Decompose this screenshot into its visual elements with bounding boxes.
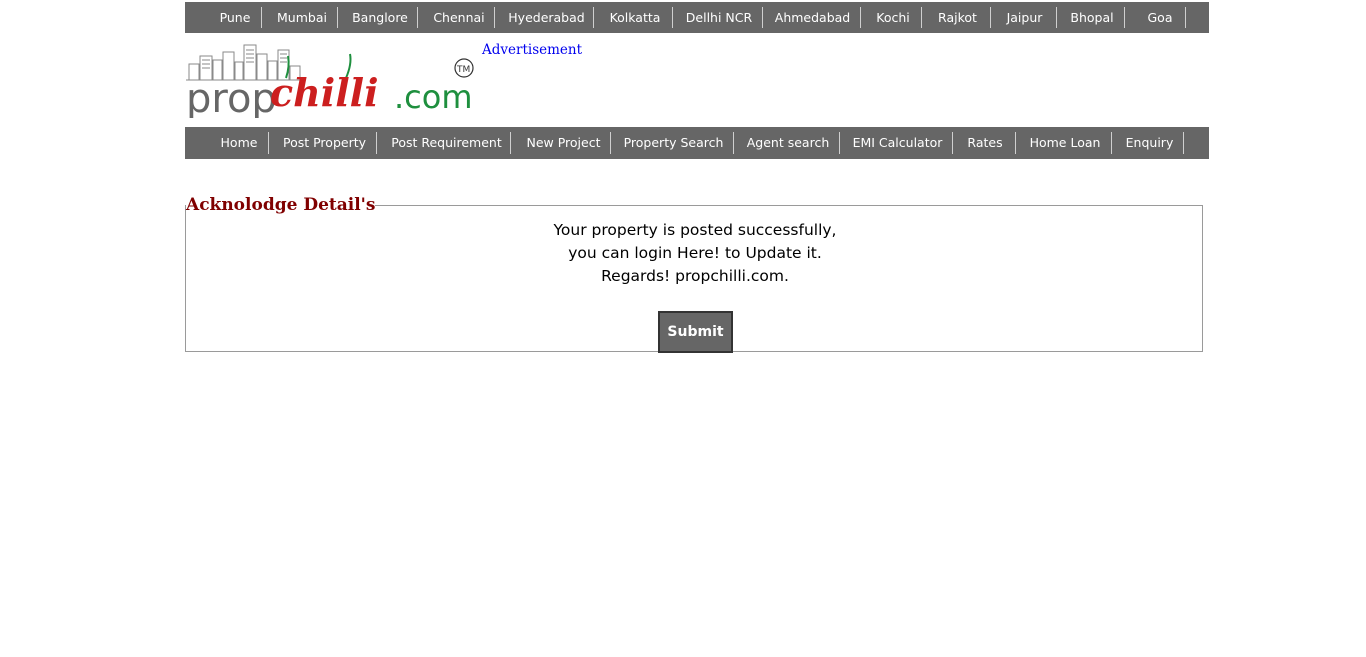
nav-link-home[interactable]: Home: [213, 127, 265, 159]
nav-link-property-search[interactable]: Property Search: [621, 127, 726, 159]
nav-divider: [860, 7, 861, 28]
success-message-line-3: Regards! propchilli.com.: [601, 267, 789, 285]
city-link-chennai[interactable]: Chennai: [427, 2, 491, 33]
nav-divider: [417, 7, 418, 28]
nav-divider: [610, 132, 611, 154]
nav-divider: [1183, 132, 1184, 154]
nav-link-post-requirement[interactable]: Post Requirement: [386, 127, 507, 159]
nav-link-enquiry[interactable]: Enquiry: [1119, 127, 1180, 159]
main-nav-bar: Home Post Property Post Requirement New …: [185, 127, 1209, 159]
nav-link-home-loan[interactable]: Home Loan: [1025, 127, 1105, 159]
nav-divider: [952, 132, 953, 154]
nav-divider: [762, 7, 763, 28]
nav-link-agent-search[interactable]: Agent search: [742, 127, 834, 159]
svg-text:.com: .com: [394, 78, 473, 116]
nav-divider: [510, 132, 511, 154]
city-link-dellhi-ncr[interactable]: Dellhi NCR: [682, 2, 756, 33]
nav-divider: [839, 132, 840, 154]
city-link-mumbai[interactable]: Mumbai: [272, 2, 332, 33]
city-link-kochi[interactable]: Kochi: [869, 2, 917, 33]
city-link-jaipur[interactable]: Jaipur: [999, 2, 1050, 33]
city-link-goa[interactable]: Goa: [1138, 2, 1182, 33]
submit-button[interactable]: Submit: [658, 311, 733, 353]
city-link-kolkatta[interactable]: Kolkatta: [603, 2, 667, 33]
nav-link-rates[interactable]: Rates: [961, 127, 1009, 159]
nav-divider: [990, 7, 991, 28]
city-link-rajkot[interactable]: Rajkot: [931, 2, 984, 33]
city-nav-bar: Pune Mumbai Banglore Chennai Hyederabad …: [185, 2, 1209, 33]
success-message-line-2: you can login Here! to Update it.: [568, 244, 822, 262]
nav-divider: [1015, 132, 1016, 154]
nav-divider: [921, 7, 922, 28]
city-link-banglore[interactable]: Banglore: [349, 2, 411, 33]
svg-text:prop: prop: [186, 76, 277, 118]
city-link-hyederabad[interactable]: Hyederabad: [505, 2, 588, 33]
nav-divider: [672, 7, 673, 28]
nav-divider: [494, 7, 495, 28]
nav-divider: [1124, 7, 1125, 28]
acknowledge-details-legend: Acknolodge Detail's: [186, 195, 376, 215]
svg-text:TM: TM: [456, 65, 470, 75]
nav-divider: [593, 7, 594, 28]
nav-divider: [268, 132, 269, 154]
nav-link-new-project[interactable]: New Project: [520, 127, 607, 159]
svg-text:chilli: chilli: [270, 70, 379, 115]
nav-divider: [1111, 132, 1112, 154]
nav-divider: [376, 132, 377, 154]
nav-divider: [1056, 7, 1057, 28]
propchilli-logo[interactable]: prop chilli .com TM: [186, 42, 478, 122]
success-message: Your property is posted successfully, yo…: [186, 219, 1204, 288]
nav-divider: [733, 132, 734, 154]
city-link-bhopal[interactable]: Bhopal: [1064, 2, 1120, 33]
nav-divider: [337, 7, 338, 28]
city-link-ahmedabad[interactable]: Ahmedabad: [772, 2, 853, 33]
nav-link-emi-calculator[interactable]: EMI Calculator: [849, 127, 946, 159]
nav-divider: [261, 7, 262, 28]
nav-link-post-property[interactable]: Post Property: [278, 127, 371, 159]
advertisement-link[interactable]: Advertisement: [482, 42, 582, 58]
nav-divider: [1185, 7, 1186, 28]
city-link-pune[interactable]: Pune: [213, 2, 257, 33]
city-skyline-logo-graphic: prop chilli .com TM: [186, 44, 474, 122]
success-message-line-1: Your property is posted successfully,: [553, 221, 837, 239]
